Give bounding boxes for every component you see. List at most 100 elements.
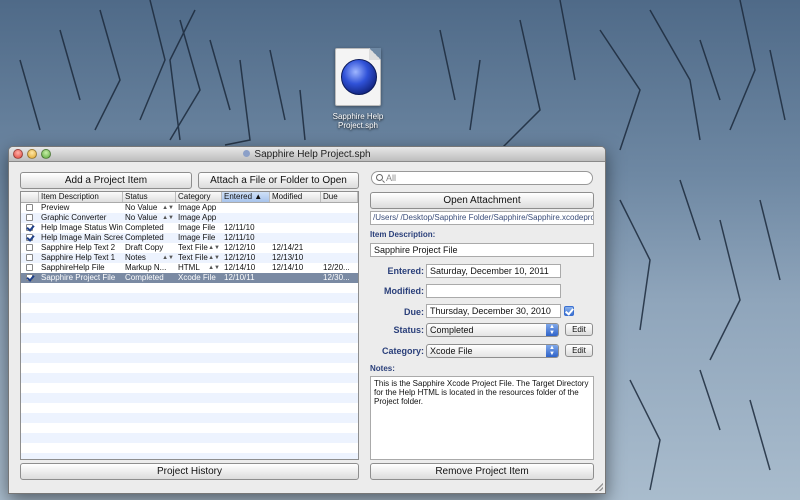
minimize-window-icon[interactable] bbox=[27, 149, 37, 159]
row-due: 12/30... bbox=[323, 273, 350, 282]
document-proxy-icon[interactable] bbox=[243, 150, 251, 157]
table-row[interactable]: Sapphire Help Text 1 Notes ▲▼ Text File ▲▼… bbox=[21, 253, 358, 263]
edit-status-button[interactable]: Edit bbox=[565, 323, 593, 336]
stepper-icon[interactable]: ▲▼ bbox=[162, 213, 174, 223]
empty-row bbox=[21, 363, 358, 373]
empty-row bbox=[21, 373, 358, 383]
open-attachment-button[interactable]: Open Attachment bbox=[370, 192, 594, 209]
resize-grip-icon[interactable] bbox=[595, 483, 603, 491]
row-entered: 12/14/10 bbox=[224, 263, 256, 272]
zoom-window-icon[interactable] bbox=[41, 149, 51, 159]
remove-project-item-button[interactable]: Remove Project Item bbox=[370, 463, 594, 480]
table-body: Preview No Value ▲▼ Image App ▲▼ Graphic C… bbox=[21, 203, 358, 459]
table-row[interactable]: Help Image Main Screen Completed▲▼ Image… bbox=[21, 233, 358, 243]
empty-row bbox=[21, 343, 358, 353]
row-description: Help Image Main Screen bbox=[41, 233, 123, 242]
table-row[interactable]: Graphic Converter No Value▲▼ Image App▲▼ bbox=[21, 213, 358, 223]
empty-row bbox=[21, 333, 358, 343]
stepper-icon[interactable]: ▲▼ bbox=[208, 253, 220, 263]
stepper-icon[interactable]: ▲▼ bbox=[208, 263, 220, 273]
row-due bbox=[321, 243, 358, 253]
row-due bbox=[321, 253, 358, 263]
sapphire-gem-icon bbox=[341, 59, 377, 95]
column-header-category[interactable]: Category bbox=[176, 192, 222, 202]
row-entered: 12/11/10 bbox=[224, 233, 255, 242]
attach-file-button[interactable]: Attach a File or Folder to Open bbox=[198, 172, 359, 189]
table-row-selected[interactable]: Sapphire Project File Completed▲▼ Xcode … bbox=[21, 273, 358, 283]
table-row[interactable]: Help Image Status Win Completed▲▼ Image … bbox=[21, 223, 358, 233]
row-due: 12/20... bbox=[323, 263, 350, 272]
done-checkbox[interactable] bbox=[26, 214, 33, 221]
edit-category-button[interactable]: Edit bbox=[565, 344, 593, 357]
row-modified: 12/13/10 bbox=[272, 253, 304, 262]
empty-row bbox=[21, 383, 358, 393]
window-titlebar[interactable]: Sapphire Help Project.sph bbox=[9, 147, 605, 162]
entered-date-field[interactable]: Saturday, December 10, 2011 bbox=[426, 264, 561, 278]
row-description: Graphic Converter bbox=[41, 213, 107, 222]
due-checkbox[interactable] bbox=[564, 306, 574, 316]
row-entered bbox=[222, 203, 270, 213]
column-header-description[interactable]: Item Description bbox=[39, 192, 123, 202]
stepper-icon[interactable]: ▲▼ bbox=[208, 243, 220, 253]
row-status: Completed bbox=[125, 233, 164, 242]
row-description: Sapphire Project File bbox=[41, 273, 116, 282]
empty-row bbox=[21, 293, 358, 303]
search-placeholder: All bbox=[386, 173, 397, 183]
table-header: Item Description Status Category Entered… bbox=[21, 192, 358, 203]
row-entered: 12/11/10 bbox=[224, 223, 255, 232]
column-header-modified[interactable]: Modified bbox=[270, 192, 321, 202]
row-entered: 12/12/10 bbox=[224, 253, 256, 262]
row-status: Draft Copy bbox=[125, 243, 164, 252]
row-status: No Value bbox=[125, 203, 158, 212]
document-icon bbox=[335, 48, 381, 106]
modified-date-field[interactable] bbox=[426, 284, 561, 298]
done-checkbox[interactable] bbox=[26, 204, 33, 211]
project-history-button[interactable]: Project History bbox=[20, 463, 359, 480]
row-category: Xcode File bbox=[178, 273, 216, 282]
status-value: Completed bbox=[430, 325, 474, 335]
row-description: Preview bbox=[41, 203, 70, 212]
search-field[interactable]: All bbox=[371, 171, 593, 185]
row-status: Completed bbox=[125, 273, 164, 282]
close-window-icon[interactable] bbox=[13, 149, 23, 159]
table-row[interactable]: Preview No Value▲▼ Image App▲▼ bbox=[21, 203, 358, 213]
row-description: Help Image Status Win bbox=[41, 223, 123, 232]
entered-label: Entered: bbox=[387, 266, 424, 276]
due-date-field[interactable]: Thursday, December 30, 2010 bbox=[426, 304, 561, 318]
done-checkbox[interactable] bbox=[26, 234, 33, 241]
table-row[interactable]: SapphireHelp File Markup N...▲▼ HTML▲▼ 1… bbox=[21, 263, 358, 273]
empty-row bbox=[21, 433, 358, 443]
column-header-due[interactable]: Due bbox=[321, 192, 358, 202]
category-popup[interactable]: Xcode File ▲ ▼ bbox=[426, 344, 559, 358]
empty-row bbox=[21, 413, 358, 423]
item-description-field[interactable]: Sapphire Project File bbox=[370, 243, 594, 257]
done-checkbox[interactable] bbox=[26, 264, 33, 271]
sort-ascending-icon: ▲ bbox=[254, 192, 263, 201]
table-row[interactable]: Sapphire Help Text 2 Draft Copy ▲▼ Text F… bbox=[21, 243, 358, 253]
attachment-path-field[interactable]: /Users/ /Desktop/Sapphire Folder/Sapphir… bbox=[370, 211, 594, 225]
done-checkbox[interactable] bbox=[26, 274, 33, 281]
stepper-icon[interactable]: ▲▼ bbox=[162, 253, 174, 263]
done-checkbox[interactable] bbox=[26, 224, 33, 231]
row-modified: 12/14/10 bbox=[272, 263, 304, 272]
row-due bbox=[321, 233, 358, 243]
add-project-item-button[interactable]: Add a Project Item bbox=[20, 172, 192, 189]
notes-textarea[interactable]: This is the Sapphire Xcode Project File.… bbox=[370, 376, 594, 460]
column-header-status[interactable]: Status bbox=[123, 192, 176, 202]
row-category: HTML bbox=[178, 263, 200, 272]
column-header-check[interactable] bbox=[21, 192, 39, 202]
status-popup[interactable]: Completed ▲ ▼ bbox=[426, 323, 559, 337]
stepper-icon[interactable]: ▲▼ bbox=[162, 203, 174, 213]
done-checkbox[interactable] bbox=[26, 254, 33, 261]
category-value: Xcode File bbox=[430, 346, 473, 356]
project-items-table[interactable]: Item Description Status Category Entered… bbox=[20, 191, 359, 460]
done-checkbox[interactable] bbox=[26, 244, 33, 251]
row-category: Image App bbox=[178, 203, 217, 212]
row-due bbox=[321, 213, 358, 223]
search-icon bbox=[376, 174, 383, 181]
column-header-entered[interactable]: Entered ▲ bbox=[222, 192, 270, 202]
column-header-entered-label: Entered bbox=[224, 192, 253, 201]
empty-row bbox=[21, 403, 358, 413]
desktop-file-icon[interactable]: Sapphire Help Project.sph bbox=[326, 48, 390, 130]
empty-row bbox=[21, 313, 358, 323]
